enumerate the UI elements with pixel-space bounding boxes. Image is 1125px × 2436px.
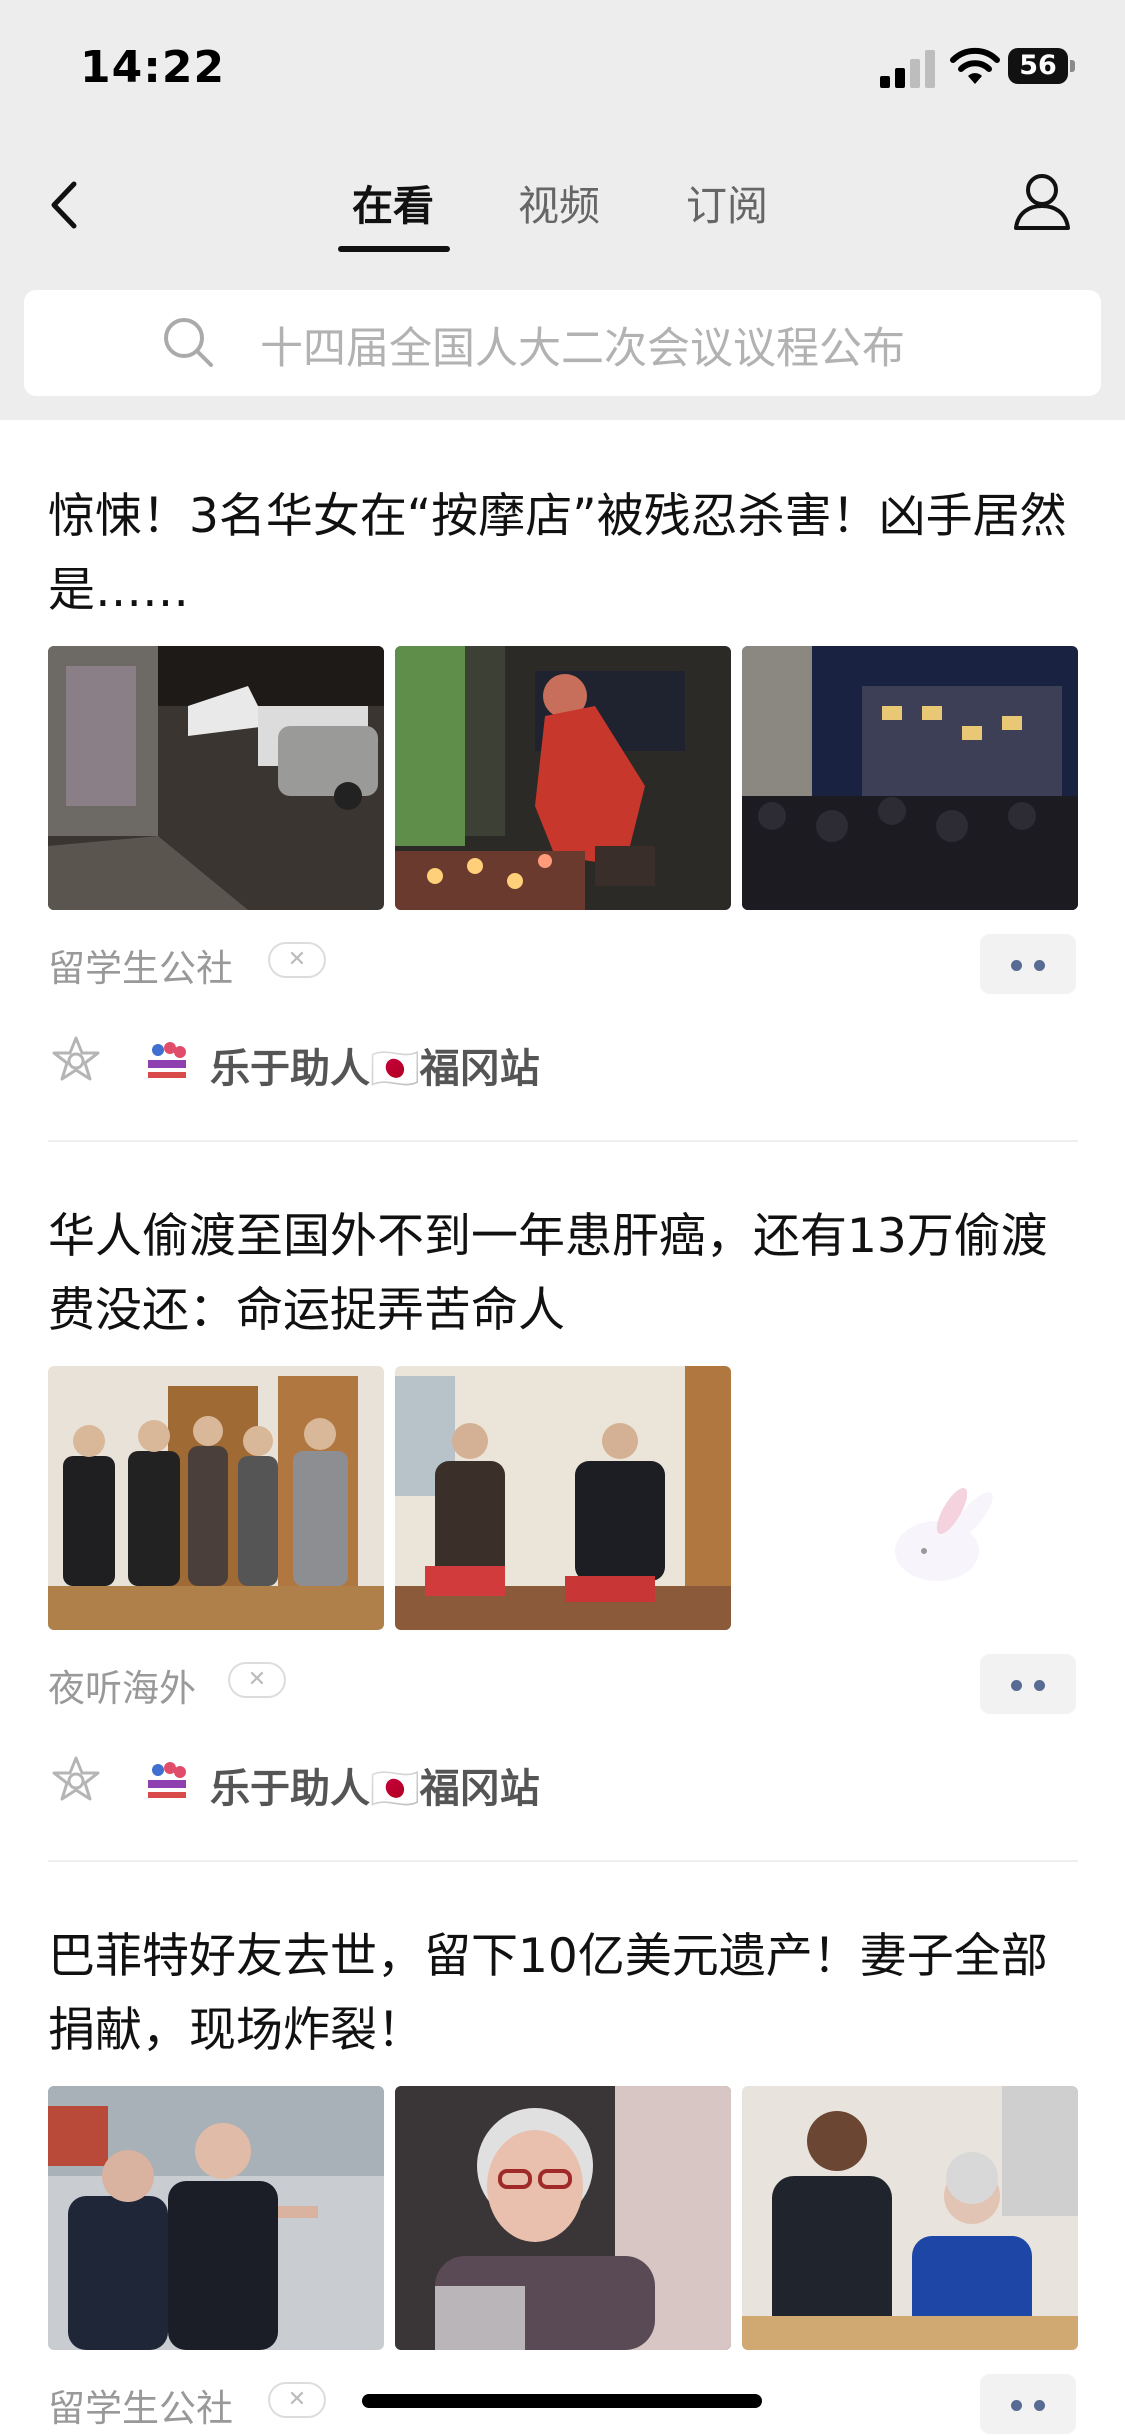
article-images[interactable]	[48, 646, 1078, 910]
article-source[interactable]: 留学生公社	[48, 2378, 233, 2432]
battery-indicator: 56	[1008, 48, 1078, 86]
dismiss-button[interactable]: ✕	[268, 2382, 326, 2418]
article-source[interactable]: 夜听海外	[48, 1658, 196, 1712]
more-options-button[interactable]	[980, 2374, 1076, 2434]
search-bar[interactable]: 十四届全国人大二次会议议程公布	[24, 290, 1101, 396]
battery-tip	[1070, 60, 1075, 72]
group-of-men-indoors-photo[interactable]	[48, 1366, 384, 1630]
woman-lighting-candles-memorial-photo[interactable]	[395, 646, 731, 910]
elderly-woman-glasses-photo[interactable]	[395, 2086, 731, 2350]
two-elderly-men-suits-photo[interactable]	[48, 2086, 384, 2350]
close-icon: ✕	[287, 947, 307, 972]
close-icon: ✕	[247, 1667, 267, 1692]
divider	[48, 1860, 1078, 1862]
star-outline-icon	[52, 1756, 100, 1801]
friend-label: 乐于助人🇯🇵福冈站	[210, 1046, 540, 1092]
two-men-sitting-talking-photo[interactable]	[395, 1366, 731, 1630]
article-source[interactable]: 留学生公社	[48, 938, 233, 992]
more-dots-icon	[1034, 2400, 1045, 2411]
tab-video[interactable]: 视频	[518, 172, 600, 232]
bunny-sleeping-on-moon-illustration[interactable]	[742, 1366, 1078, 1630]
battery-level: 56	[1008, 48, 1068, 84]
more-dots-icon	[1011, 960, 1022, 971]
rainy-street-police-tent-photo[interactable]	[48, 646, 384, 910]
article-title[interactable]: 惊悚！3名华女在“按摩店”被残忍杀害！凶手居然是……	[48, 480, 1088, 628]
home-indicator[interactable]	[362, 2394, 762, 2408]
more-dots-icon	[1011, 1680, 1022, 1691]
friend-label: 乐于助人🇯🇵福冈站	[210, 1766, 540, 1812]
search-placeholder: 十四届全国人大二次会议议程公布	[260, 324, 905, 374]
top-area: 14:22 56 在看 视频 订阅 十四届全国人大二次会议议程公布	[0, 0, 1125, 420]
top-navigation: 在看 视频 订阅	[0, 150, 1125, 270]
tab-subscribe[interactable]: 订阅	[686, 172, 768, 232]
friend-watched-row[interactable]: 乐于助人🇯🇵福冈站	[48, 1746, 1078, 1816]
cellular-signal-icon	[880, 50, 935, 88]
tab-zaikan[interactable]: 在看	[352, 172, 434, 232]
star-outline-icon	[52, 1036, 100, 1081]
chevron-left-icon[interactable]	[40, 170, 90, 240]
article-images[interactable]	[48, 1366, 1078, 1630]
person-icon[interactable]	[1010, 168, 1074, 232]
status-bar: 14:22 56	[0, 0, 1125, 140]
more-dots-icon	[1034, 960, 1045, 971]
more-dots-icon	[1011, 2400, 1022, 2411]
wifi-icon	[950, 47, 1000, 84]
group-logo-icon	[140, 1034, 194, 1088]
group-logo-icon	[140, 1754, 194, 1808]
search-icon	[164, 318, 213, 367]
night-crowd-vigil-photo[interactable]	[742, 646, 1078, 910]
dismiss-button[interactable]: ✕	[228, 1662, 286, 1698]
close-icon: ✕	[287, 2387, 307, 2412]
active-tab-underline	[338, 246, 450, 252]
more-dots-icon	[1034, 1680, 1045, 1691]
more-options-button[interactable]	[980, 1654, 1076, 1714]
status-time: 14:22	[80, 42, 226, 93]
divider	[48, 1140, 1078, 1142]
article-title[interactable]: 巴菲特好友去世，留下10亿美元遗产！妻子全部捐献，现场炸裂！	[48, 1920, 1088, 2068]
friend-watched-row[interactable]: 乐于助人🇯🇵福冈站	[48, 1026, 1078, 1096]
more-options-button[interactable]	[980, 934, 1076, 994]
dismiss-button[interactable]: ✕	[268, 942, 326, 978]
article-images[interactable]	[48, 2086, 1078, 2350]
article-title[interactable]: 华人偷渡至国外不到一年患肝癌，还有13万偷渡费没还：命运捉弄苦命人	[48, 1200, 1088, 1348]
man-and-elderly-woman-seated-photo[interactable]	[742, 2086, 1078, 2350]
